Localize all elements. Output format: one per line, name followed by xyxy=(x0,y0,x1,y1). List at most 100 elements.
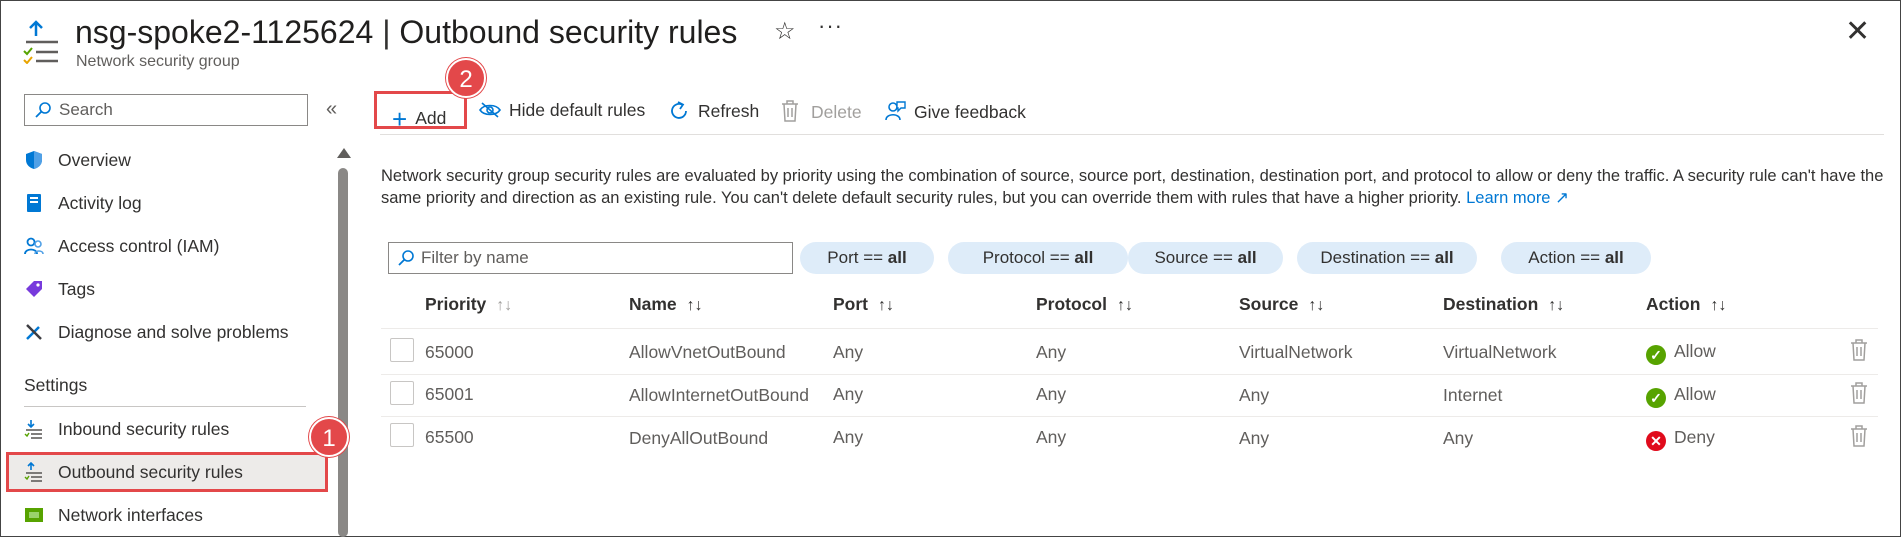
sidebar-item-label: Inbound security rules xyxy=(58,419,230,439)
give-feedback-button[interactable]: Give feedback xyxy=(884,100,1026,123)
hide-default-label: Hide default rules xyxy=(509,100,646,120)
search-icon xyxy=(398,250,414,266)
filter-pill-port[interactable]: Port == all xyxy=(800,242,934,274)
filter-pill-destination[interactable]: Destination == all xyxy=(1297,242,1477,274)
learn-more-label: Learn more xyxy=(1466,189,1551,207)
action-label: Allow xyxy=(1674,341,1716,361)
column-header-source[interactable]: Source ↑↓ xyxy=(1239,294,1324,315)
shield-icon xyxy=(26,151,42,169)
plus-icon: + xyxy=(392,104,408,134)
row-divider xyxy=(381,416,1878,417)
learn-more-link[interactable]: Learn more ↗ xyxy=(1466,189,1569,207)
pill-key: Source xyxy=(1154,248,1209,267)
column-label: Destination xyxy=(1443,294,1539,314)
pill-key: Destination xyxy=(1320,248,1406,267)
column-header-destination[interactable]: Destination ↑↓ xyxy=(1443,294,1564,315)
trash-icon xyxy=(782,100,798,122)
column-label: Priority xyxy=(425,294,487,314)
sidebar-item-label: Diagnose and solve problems xyxy=(58,322,289,342)
row-checkbox[interactable] xyxy=(390,381,414,405)
cell-priority: 65000 xyxy=(425,342,474,362)
pill-op: == xyxy=(1213,248,1233,267)
cell-source: Any xyxy=(1239,428,1270,448)
row-divider xyxy=(381,328,1878,329)
sort-icon: ↑↓ xyxy=(686,297,703,314)
filter-pill-source[interactable]: Source == all xyxy=(1128,242,1283,274)
column-header-port[interactable]: Port ↑↓ xyxy=(833,294,894,315)
pill-value: all xyxy=(887,248,907,267)
deny-x-icon: ✕ xyxy=(1646,431,1666,451)
network-interface-icon xyxy=(25,508,43,522)
row-delete-icon[interactable] xyxy=(1850,425,1868,447)
cell-name[interactable]: DenyAllOutBound xyxy=(629,428,768,449)
cell-action: ✕ Deny xyxy=(1646,427,1715,451)
cell-source: VirtualNetwork xyxy=(1239,342,1353,362)
eye-hide-icon xyxy=(479,102,501,118)
row-checkbox[interactable] xyxy=(390,423,414,447)
filter-pill-action[interactable]: Action == all xyxy=(1501,242,1651,274)
cell-name[interactable]: AllowVnetOutBound xyxy=(629,342,786,363)
page-title: nsg-spoke2-1125624 | Outbound security r… xyxy=(75,14,737,51)
pill-value: all xyxy=(1074,248,1094,267)
allow-check-icon: ✓ xyxy=(1646,345,1666,365)
pill-key: Protocol xyxy=(982,248,1046,267)
inbound-rules-icon xyxy=(24,420,42,439)
column-label: Action xyxy=(1646,294,1701,314)
sort-icon: ↑↓ xyxy=(1308,297,1325,314)
hide-default-rules-button[interactable]: Hide default rules xyxy=(479,100,645,121)
star-icon[interactable]: ☆ xyxy=(774,17,796,46)
refresh-button[interactable]: Refresh xyxy=(668,100,759,122)
sidebar-section-settings: Settings xyxy=(24,375,88,395)
row-delete-icon[interactable] xyxy=(1850,339,1868,361)
cell-destination: VirtualNetwork xyxy=(1443,342,1557,362)
cell-destination: Any xyxy=(1443,428,1474,448)
annotation-badge-1: 1 xyxy=(309,417,349,457)
column-header-protocol[interactable]: Protocol ↑↓ xyxy=(1036,294,1133,315)
more-icon[interactable]: ··· xyxy=(818,13,843,39)
scrollbar-thumb[interactable] xyxy=(338,168,348,537)
description-text: Network security group security rules ar… xyxy=(381,165,1886,209)
tag-icon xyxy=(26,281,42,297)
sidebar-item-label: Network interfaces xyxy=(58,505,203,525)
collapse-sidebar-icon[interactable]: « xyxy=(326,98,337,121)
activity-log-icon xyxy=(27,194,41,212)
blade-title: Outbound security rules xyxy=(399,14,738,50)
users-icon xyxy=(24,237,44,255)
refresh-label: Refresh xyxy=(698,101,760,121)
sidebar-item-label: Activity log xyxy=(58,193,142,213)
annotation-badge-2: 2 xyxy=(446,58,486,98)
feedback-label: Give feedback xyxy=(914,102,1026,122)
column-header-priority[interactable]: Priority ↑↓ xyxy=(425,294,512,315)
title-separator: | xyxy=(382,14,391,50)
resource-name: nsg-spoke2-1125624 xyxy=(75,14,374,50)
sidebar-item-label: Overview xyxy=(58,150,131,170)
column-header-action[interactable]: Action ↑↓ xyxy=(1646,294,1726,315)
cell-destination: Internet xyxy=(1443,385,1503,405)
delete-label: Delete xyxy=(811,102,862,122)
pill-value: all xyxy=(1237,248,1257,267)
column-label: Protocol xyxy=(1036,294,1107,314)
add-button[interactable]: + Add xyxy=(392,100,446,134)
sort-icon: ↑↓ xyxy=(1548,297,1565,314)
sidebar-search-input[interactable]: Search xyxy=(24,94,308,126)
scroll-up-icon[interactable] xyxy=(337,148,351,158)
pill-value: all xyxy=(1604,248,1624,267)
pill-key: Action xyxy=(1528,248,1576,267)
action-label: Deny xyxy=(1674,427,1715,447)
close-icon[interactable]: ✕ xyxy=(1845,14,1870,49)
cell-priority: 65001 xyxy=(425,384,474,404)
column-header-name[interactable]: Name ↑↓ xyxy=(629,294,703,315)
filter-by-name-input[interactable]: Filter by name xyxy=(388,242,793,274)
row-checkbox[interactable] xyxy=(390,338,414,362)
filter-placeholder: Filter by name xyxy=(421,248,529,267)
cell-port: Any xyxy=(833,384,864,404)
outbound-rules-icon xyxy=(23,20,58,64)
cell-name[interactable]: AllowInternetOutBound xyxy=(629,385,809,406)
sort-icon: ↑↓ xyxy=(1116,297,1133,314)
delete-button[interactable]: Delete xyxy=(781,100,862,123)
column-label: Source xyxy=(1239,294,1299,314)
row-delete-icon[interactable] xyxy=(1850,382,1868,404)
filter-pill-protocol[interactable]: Protocol == all xyxy=(948,242,1128,274)
pill-op: == xyxy=(863,248,884,267)
pill-value: all xyxy=(1434,248,1454,267)
